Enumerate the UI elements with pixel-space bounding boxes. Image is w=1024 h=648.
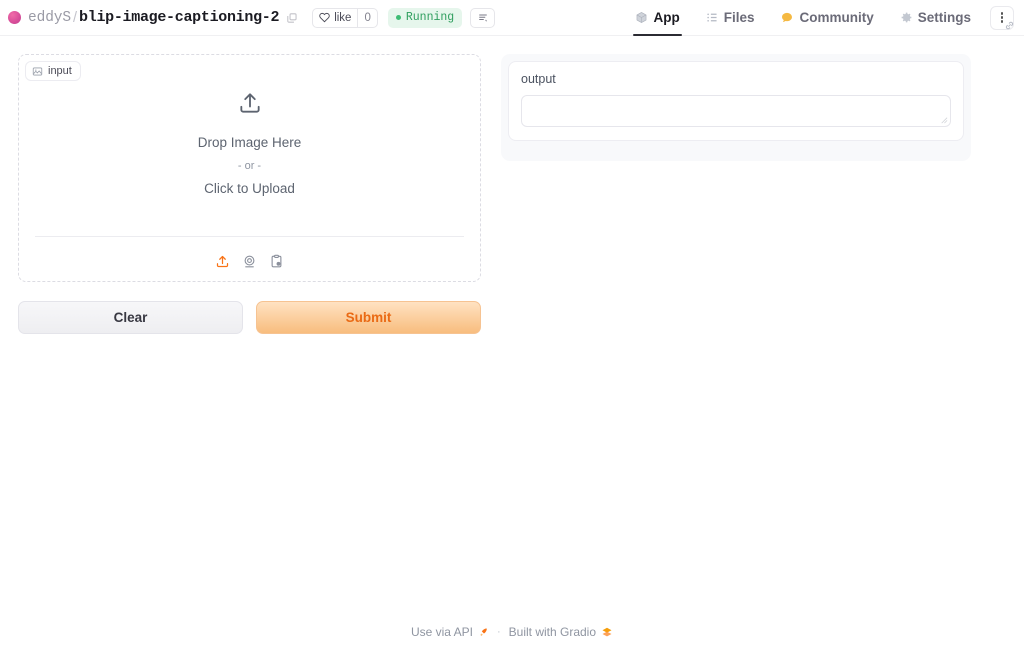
nav-tabs: App Files Community Settings	[622, 0, 1014, 36]
like-label: like	[334, 11, 352, 24]
gear-icon	[901, 12, 912, 23]
click-to-upload-text: Click to Upload	[204, 180, 295, 196]
resize-handle-icon	[941, 117, 948, 124]
like-group[interactable]: like 0	[312, 7, 378, 28]
path-separator: /	[73, 9, 78, 26]
copy-icon[interactable]	[286, 12, 298, 24]
rocket-icon	[480, 628, 487, 636]
output-label: output	[521, 72, 556, 86]
page-footer: Use via API · Built with Gradio	[0, 625, 1024, 639]
image-toolbar	[19, 254, 480, 269]
output-textarea[interactable]	[521, 95, 951, 127]
tab-community[interactable]: Community	[767, 0, 886, 36]
heart-icon	[319, 12, 330, 23]
more-options-button[interactable]	[990, 5, 1014, 30]
space-owner[interactable]: eddyS	[28, 10, 71, 26]
webcam-icon[interactable]	[242, 254, 257, 269]
built-with-gradio-link[interactable]: Built with Gradio	[509, 625, 613, 639]
link-icon	[1005, 21, 1014, 29]
page-header: eddyS / blip-image-captioning-2 like 0 R…	[0, 0, 1024, 36]
image-upload-box[interactable]: input Drop Image Here - or - Click to Up…	[18, 54, 481, 282]
input-label-chip: input	[25, 61, 81, 81]
status-label: Running	[405, 11, 455, 24]
clipboard-paste-icon[interactable]	[269, 254, 284, 269]
tab-files[interactable]: Files	[693, 0, 768, 36]
input-label-text: input	[48, 65, 72, 77]
submit-button[interactable]: Submit	[256, 301, 481, 334]
tab-settings-label: Settings	[917, 10, 971, 25]
status-dot	[395, 15, 401, 20]
files-icon	[707, 13, 717, 22]
upload-icon	[237, 90, 263, 121]
drop-image-here-text: Drop Image Here	[197, 135, 302, 151]
or-text: - or -	[237, 160, 262, 173]
space-identity: eddyS / blip-image-captioning-2	[8, 9, 298, 26]
tab-settings[interactable]: Settings	[887, 0, 984, 36]
tab-app[interactable]: App	[622, 0, 692, 36]
output-panel: output	[501, 54, 971, 161]
input-column: input Drop Image Here - or - Click to Up…	[18, 54, 481, 334]
use-via-api-link[interactable]: Use via API	[411, 625, 489, 639]
cube-icon	[637, 12, 647, 23]
tab-app-label: App	[653, 10, 680, 25]
action-buttons: Clear Submit	[18, 301, 481, 334]
clear-button[interactable]: Clear	[18, 301, 243, 334]
logs-icon	[478, 14, 487, 21]
tab-files-label: Files	[723, 10, 755, 25]
main-content: input Drop Image Here - or - Click to Up…	[0, 36, 1024, 334]
vertical-dots-icon	[1000, 12, 1004, 23]
avatar	[8, 11, 21, 24]
built-with-gradio-label: Built with Gradio	[508, 625, 597, 639]
like-button[interactable]: like	[313, 9, 357, 27]
footer-separator: ·	[496, 626, 501, 638]
like-count: 0	[357, 8, 376, 27]
image-icon	[32, 67, 43, 75]
toolbar-divider	[35, 236, 464, 237]
community-icon	[782, 12, 793, 22]
output-card: output	[508, 61, 964, 141]
space-title[interactable]: blip-image-captioning-2	[79, 9, 279, 26]
status-badge: Running	[387, 7, 463, 28]
upload-icon[interactable]	[215, 254, 230, 269]
output-column: output	[501, 54, 971, 161]
logs-button[interactable]	[470, 7, 496, 28]
tab-community-label: Community	[799, 10, 874, 25]
use-via-api-label: Use via API	[410, 625, 473, 639]
drop-zone[interactable]: Drop Image Here - or - Click to Upload	[19, 55, 480, 281]
gradio-logo-icon	[602, 627, 612, 637]
